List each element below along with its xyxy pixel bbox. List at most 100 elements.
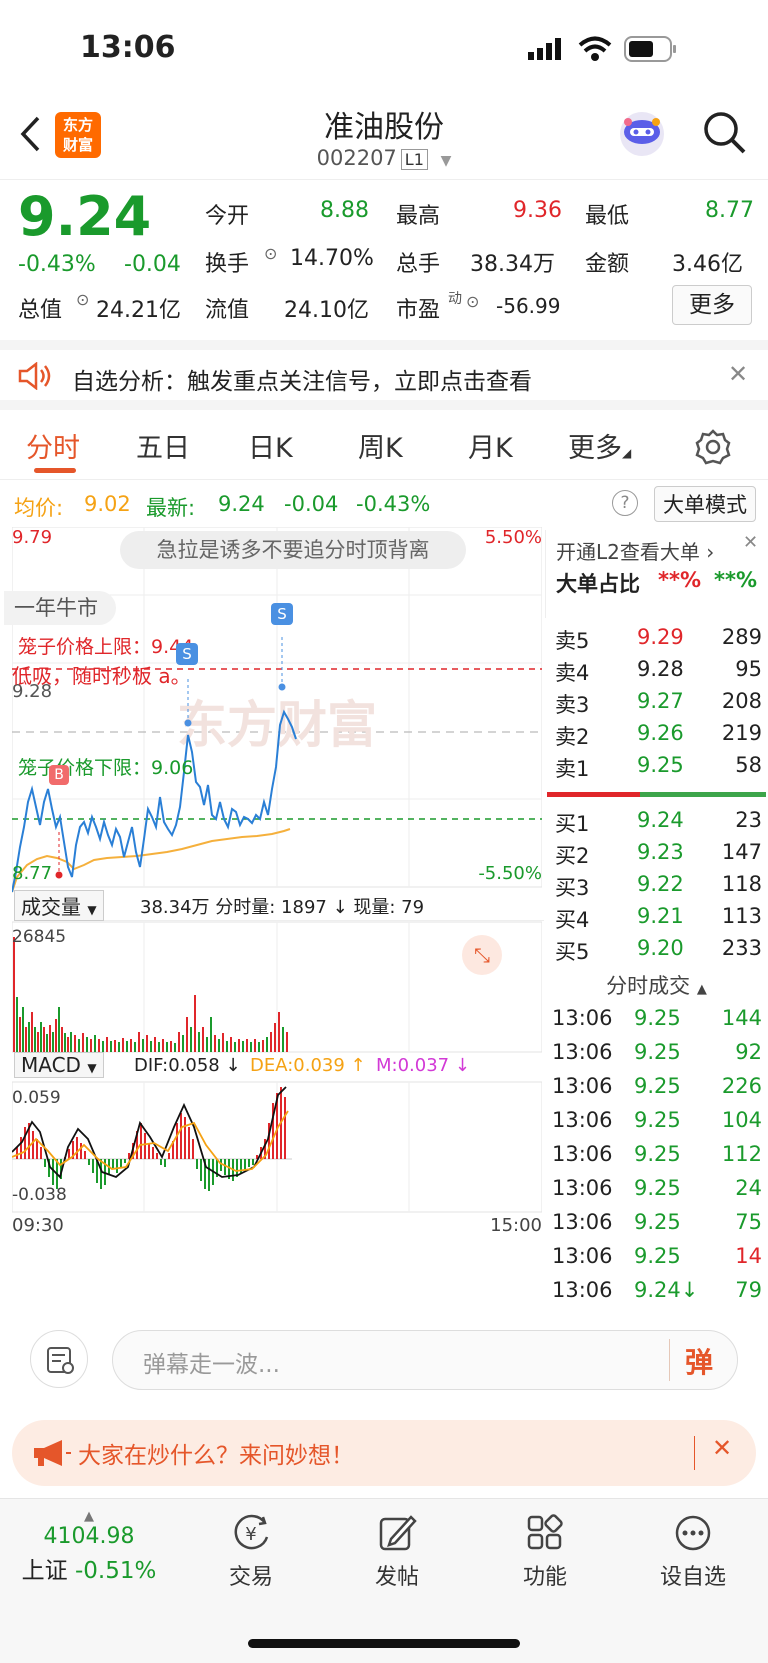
low-label: 最低 [585, 204, 630, 229]
volume-info: 38.34万 分时量: 1897 ↓ 现量: 79 [140, 897, 425, 918]
tab-intraday[interactable]: 分时 [26, 426, 80, 465]
volume-header: 成交量 ▼ 38.34万 分时量: 1897 ↓ 现量: 79 [14, 887, 544, 921]
macd-bottom-label: -0.038 [12, 1185, 67, 1205]
amount-value: 3.46亿 [672, 252, 743, 277]
grid-icon [527, 1514, 563, 1550]
tab-five-day[interactable]: 五日 [136, 426, 190, 465]
y-top-label: 9.79 [12, 527, 53, 548]
caret-up-icon: ▲ [84, 1509, 94, 1524]
info-icon[interactable]: ⊙ [76, 290, 89, 309]
megaphone-icon [34, 1440, 71, 1466]
gear-icon[interactable] [694, 428, 732, 466]
index-ticker[interactable]: ▲ 4104.98 上证 -0.51% [0, 1509, 178, 1585]
close-icon[interactable]: ✕ [712, 1434, 732, 1462]
volume-label: 总手 [396, 252, 441, 277]
danmu-bar: 弹幕走一波... 弹 [0, 1310, 768, 1410]
help-icon[interactable]: ? [612, 490, 638, 516]
avg-label: 均价: [14, 496, 64, 520]
more-dots-icon [675, 1515, 711, 1551]
close-icon[interactable]: ✕ [743, 532, 758, 553]
info-icon[interactable]: ⊙ [264, 244, 277, 263]
intraday-chart[interactable]: 东方财富 9.79 5.50% 8.77 -5.50% 9.28 急拉是诱多不要… [4, 527, 544, 1307]
ask-row[interactable]: 卖1 9.25 58 [555, 753, 768, 785]
index-name: 上证 [21, 1558, 68, 1584]
open-label: 今开 [205, 204, 250, 229]
bid-row[interactable]: 买1 9.24 23 [555, 808, 768, 840]
y-bottom-label: 8.77 [12, 863, 53, 884]
pct-top-label: 5.50% [484, 527, 542, 548]
amount-label: 金额 [585, 252, 630, 277]
assistant-avatar-icon[interactable] [616, 108, 668, 160]
l2-box[interactable]: 开通L2查看大单 › 大单占比 **% **% [545, 530, 768, 618]
info-icon[interactable]: ⊙ [466, 292, 479, 311]
svg-text:¥: ¥ [245, 1524, 256, 1545]
close-icon[interactable]: ✕ [728, 360, 748, 388]
pe-label: 市盈 [396, 298, 441, 323]
float-label: 流值 [205, 298, 250, 323]
nav-trade[interactable]: ¥ 交易 [196, 1513, 306, 1591]
buy-marker-icon[interactable]: B [49, 765, 69, 785]
ask-row[interactable]: 卖2 9.26 219 [555, 721, 768, 753]
big-ratio-b: **% [714, 568, 758, 592]
ticks-header[interactable]: 分时成交 ▲ [545, 970, 768, 1000]
sell-marker-icon[interactable]: S [176, 643, 198, 665]
signal-banner[interactable]: 自选分析：触发重点关注信号，立即点击查看 ✕ [0, 340, 768, 410]
mktcap-value: 24.21亿 [96, 298, 181, 323]
volume-value: 38.34万 [470, 252, 555, 277]
wifi-icon [578, 36, 612, 61]
tick-row: 13:06 9.25 92 [552, 1040, 762, 1064]
l2-link[interactable]: 开通L2查看大单 › [556, 536, 714, 565]
sell-marker-icon[interactable]: S [271, 603, 293, 625]
low-value: 8.77 [705, 198, 754, 223]
bid-row[interactable]: 买4 9.21 113 [555, 904, 768, 936]
danmu-button[interactable]: 弹 [685, 1341, 713, 1381]
tick-row: 13:06 9.25 144 [552, 1006, 762, 1030]
tick-row: 13:06 9.25 75 [552, 1210, 762, 1234]
expand-icon[interactable]: ⤡ [462, 935, 502, 975]
dropdown-icon: ▼ [87, 1061, 97, 1075]
change-pct: -0.43% [18, 252, 96, 277]
index-pct: -0.51% [74, 1558, 157, 1584]
status-bar: 13:06 [0, 0, 768, 100]
nav-add-watchlist[interactable]: 设自选 [638, 1513, 748, 1591]
bid-row[interactable]: 买5 9.20 233 [555, 936, 768, 968]
tick-row: 13:06 9.25 104 [552, 1108, 762, 1132]
big-ratio-a: **% [658, 568, 702, 592]
index-value: 4104.98 [43, 1524, 135, 1549]
macd-selector[interactable]: MACD ▼ [14, 1052, 104, 1078]
tab-monthly-k[interactable]: 月K [468, 426, 513, 465]
big-order-mode-button[interactable]: 大单模式 [654, 486, 756, 522]
danmu-settings-icon[interactable] [30, 1330, 88, 1388]
tab-weekly-k[interactable]: 周K [358, 426, 403, 465]
search-icon[interactable] [702, 110, 748, 156]
danmu-input[interactable]: 弹幕走一波... 弹 [112, 1330, 738, 1390]
ratio-bar-red [547, 792, 640, 797]
list-icon [47, 1347, 74, 1374]
pe-sup: 动 [448, 291, 462, 307]
level-badge: L1 [400, 149, 428, 170]
bid-row[interactable]: 买3 9.22 118 [555, 872, 768, 904]
volume-selector[interactable]: 成交量 ▼ [14, 890, 104, 921]
tab-more[interactable]: 更多◢ [568, 426, 631, 465]
trade-icon: ¥ [234, 1514, 269, 1550]
ask-row[interactable]: 卖5 9.29 289 [555, 625, 768, 657]
mktcap-label: 总值 [18, 298, 63, 323]
dea-label: DEA:0.039 ↑ [250, 1055, 366, 1076]
ask-banner[interactable]: 大家在炒什么？来问妙想！ ✕ [12, 1420, 756, 1486]
tab-daily-k[interactable]: 日K [248, 426, 293, 465]
change-value: -0.04 [124, 252, 181, 277]
bid-row[interactable]: 买2 9.23 147 [555, 840, 768, 872]
macd-top-label: 0.059 [12, 1088, 61, 1108]
nav-functions[interactable]: 功能 [490, 1513, 600, 1591]
tag-pill[interactable]: 一年牛市 [4, 591, 116, 625]
stock-code: 002207 [316, 146, 397, 170]
last-pct: -0.43% [356, 492, 431, 516]
more-button[interactable]: 更多 [672, 285, 752, 325]
ask-row[interactable]: 卖4 9.28 95 [555, 657, 768, 689]
intraday-info: 均价: 9.02 最新: 9.24 -0.04 -0.43% ? 大单模式 [0, 480, 768, 526]
battery-icon [624, 36, 676, 62]
nav-post[interactable]: 发帖 [342, 1513, 452, 1591]
tick-row: 13:06 9.25 24 [552, 1176, 762, 1200]
ask-row[interactable]: 卖3 9.27 208 [555, 689, 768, 721]
index-line: 上证 -0.51% [0, 1551, 178, 1585]
